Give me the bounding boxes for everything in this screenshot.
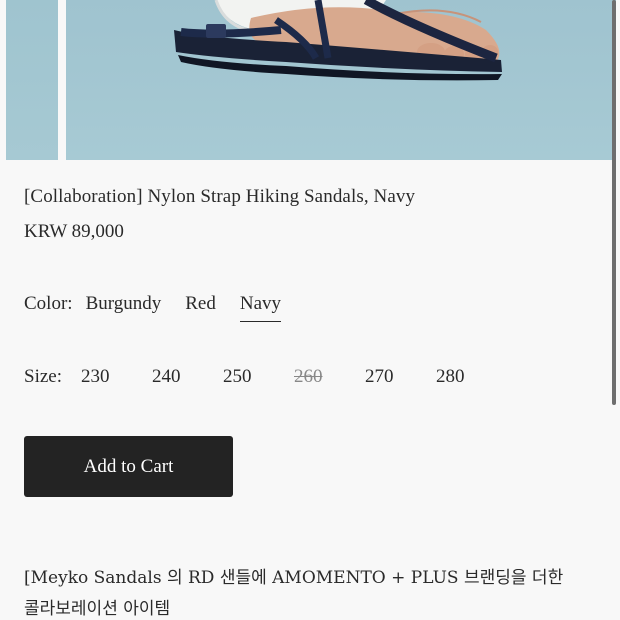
size-option-260: 260 <box>294 366 323 387</box>
size-option-230[interactable]: 230 <box>81 366 152 388</box>
color-option-navy[interactable]: Navy <box>239 293 281 322</box>
product-title: [Collaboration] Nylon Strap Hiking Sanda… <box>24 186 416 207</box>
size-option-280[interactable]: 280 <box>436 366 507 388</box>
add-to-cart-button[interactable]: Add to Cart <box>24 436 233 497</box>
sandal-photo <box>174 0 502 81</box>
product-gallery <box>0 0 620 160</box>
size-label: Size: <box>24 366 62 387</box>
gallery-thumbnail[interactable] <box>6 0 58 160</box>
color-option-red[interactable]: Red <box>185 293 216 322</box>
size-option-270[interactable]: 270 <box>365 366 436 388</box>
description-line: [Meyko Sandals 의 RD 샌들에 AMOMENTO + PLUS … <box>24 568 564 588</box>
color-selector: Color: Burgundy Red Navy <box>24 293 281 322</box>
product-description: [Meyko Sandals 의 RD 샌들에 AMOMENTO + PLUS … <box>24 563 594 620</box>
product-photo[interactable] <box>66 0 616 160</box>
size-selector: Size: 230 240 250 260 270 280 <box>24 366 507 388</box>
color-option-burgundy[interactable]: Burgundy <box>86 293 162 322</box>
size-option-240[interactable]: 240 <box>152 366 223 388</box>
color-label: Color: <box>24 293 73 314</box>
product-price: KRW 89,000 <box>24 221 124 242</box>
size-option-250[interactable]: 250 <box>223 366 294 388</box>
page-scrollbar[interactable] <box>612 0 616 405</box>
description-line: 콜라보레이션 아이템 <box>24 599 171 619</box>
